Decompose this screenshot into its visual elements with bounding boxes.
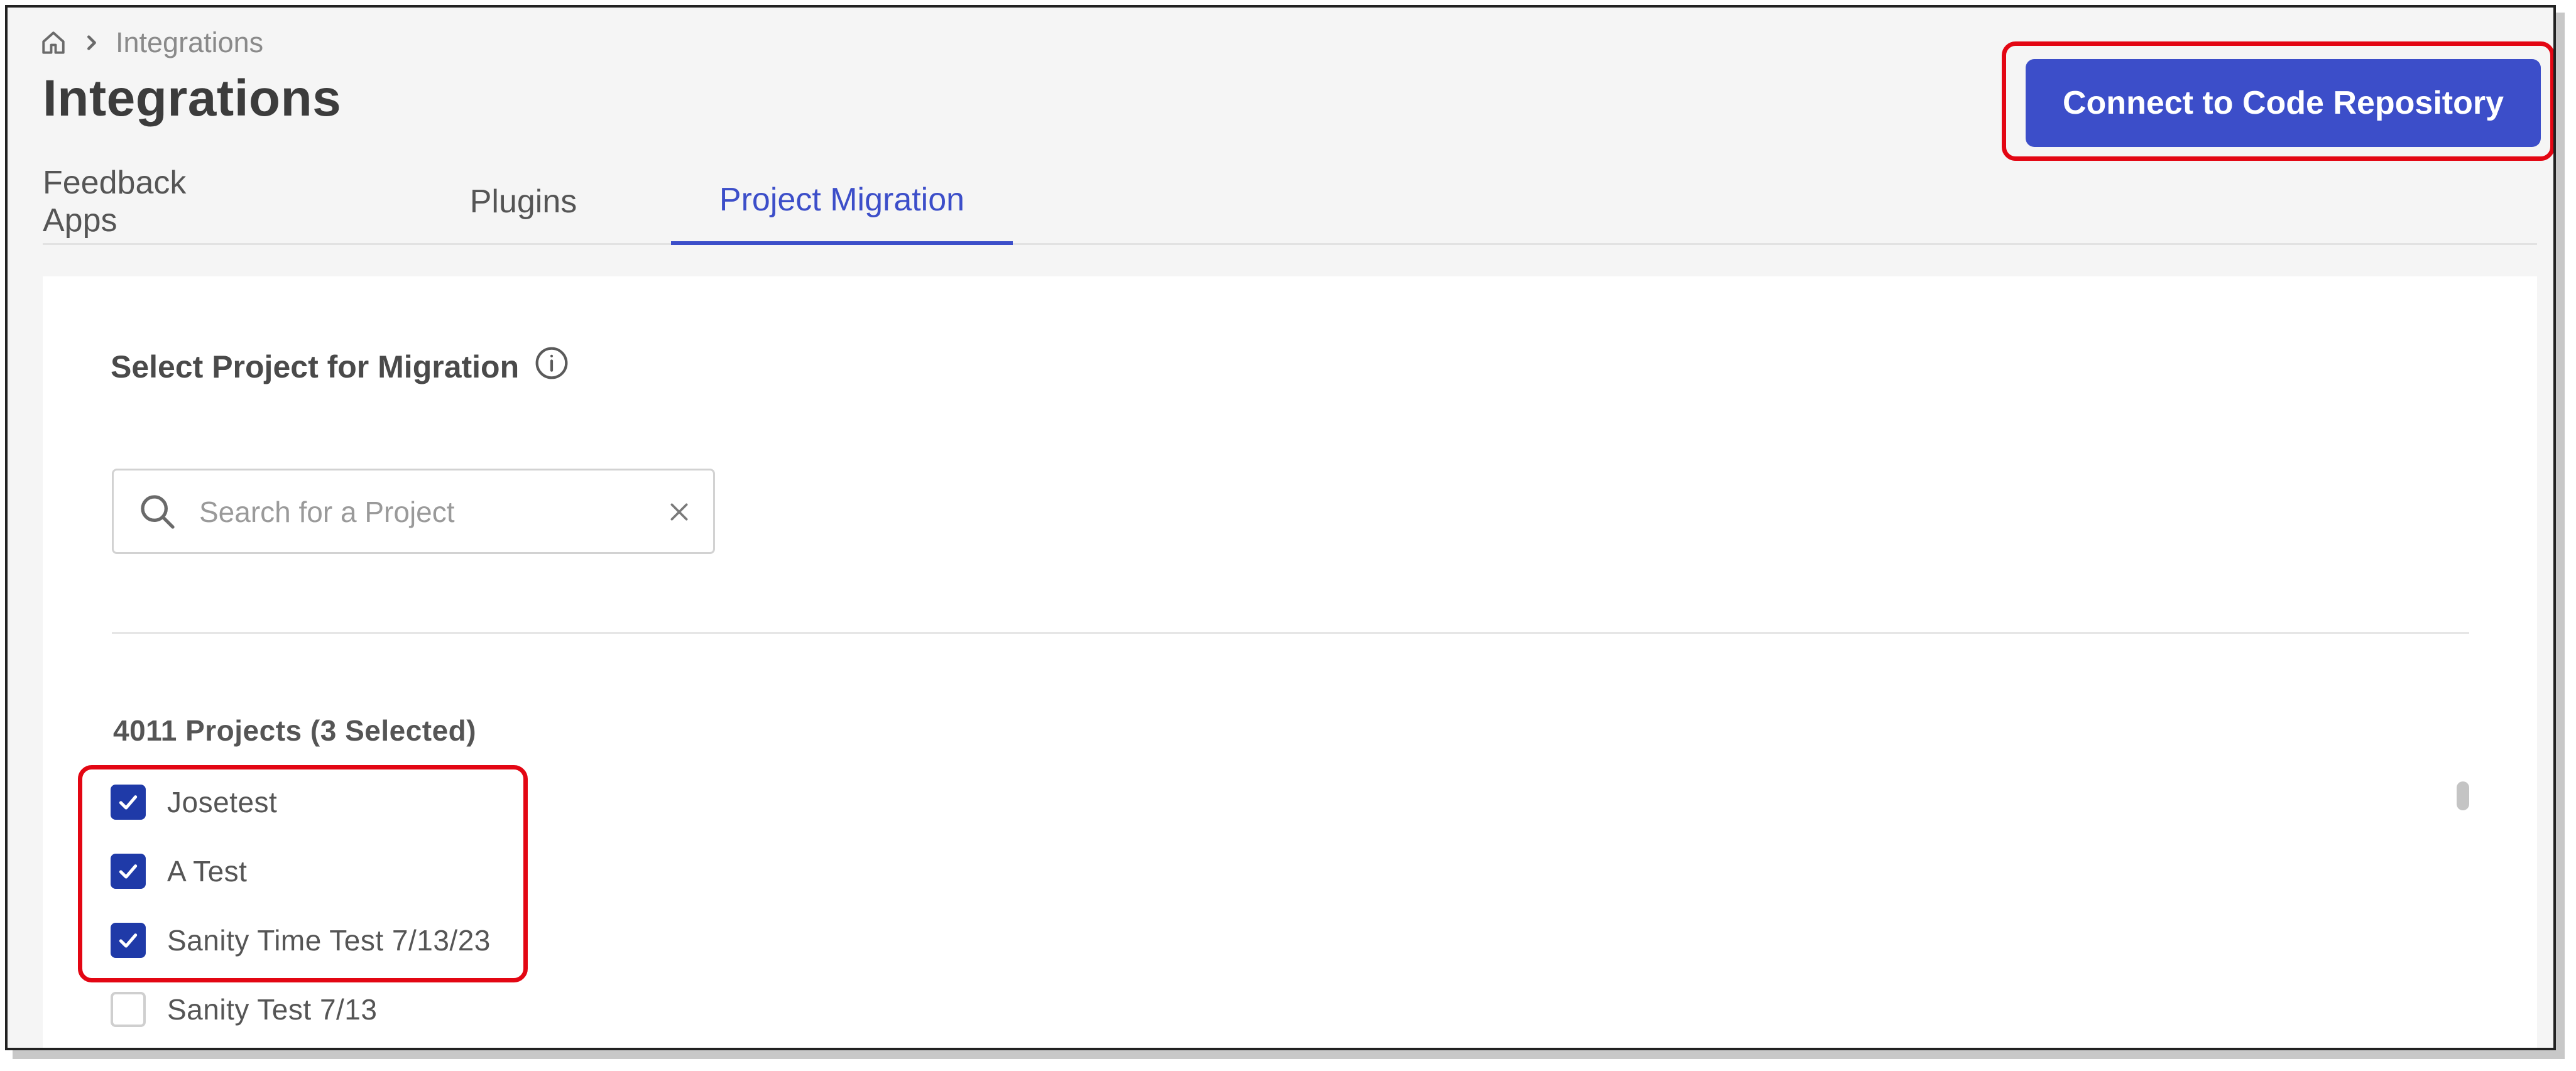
tab-plugins[interactable]: Plugins [445,158,602,245]
section-heading: Select Project for Migration [111,345,569,388]
tab-project-migration[interactable]: Project Migration [671,158,1013,245]
search-input[interactable] [198,489,638,535]
home-icon[interactable] [40,30,67,56]
scrollbar-thumb[interactable] [2457,781,2469,810]
search-icon [138,492,178,535]
page-title: Integrations [43,70,342,127]
tab-bar: Feedback Apps Plugins Project Migration [43,158,2537,245]
chevron-right-icon [83,33,99,52]
frame-shadow-right [2556,13,2565,1058]
project-count-label: 4011 Projects (3 Selected) [113,714,477,747]
info-icon[interactable] [534,345,569,388]
breadcrumb: Integrations [40,24,263,62]
search-field [112,469,715,554]
frame-shadow-bottom [13,1050,2565,1059]
divider [112,632,2469,634]
tab-feedback-apps[interactable]: Feedback Apps [43,158,225,245]
highlight-box [78,765,528,982]
list-item[interactable]: Sanity Test 7/13 [111,975,491,1044]
section-title: Select Project for Migration [111,349,520,384]
highlight-box [2002,41,2553,161]
project-name: Sanity Test 7/13 [167,993,378,1026]
close-icon[interactable] [667,499,692,528]
app-window: Integrations Integrations Connect to Cod… [5,5,2556,1050]
breadcrumb-current: Integrations [116,26,264,58]
checkbox-unchecked[interactable] [111,992,146,1027]
